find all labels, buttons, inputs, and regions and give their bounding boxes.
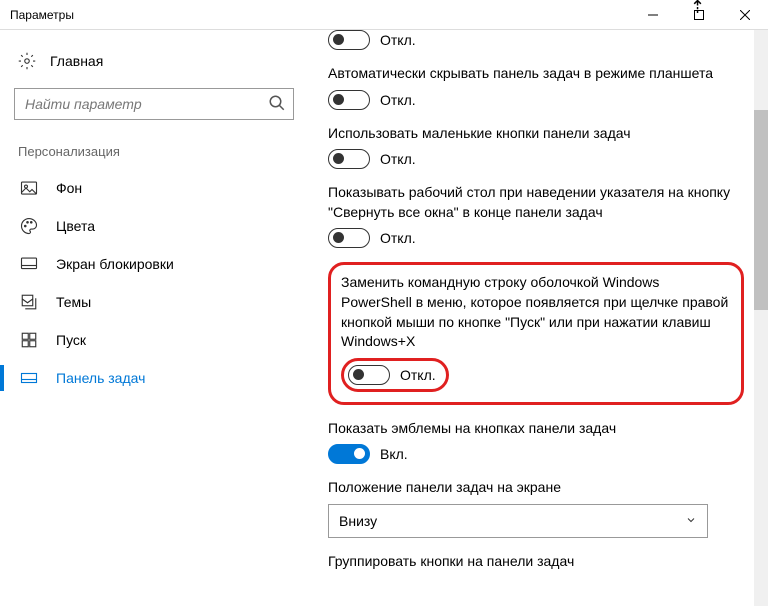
setting-label-grouping: Группировать кнопки на панели задач bbox=[328, 552, 744, 572]
setting-label-position: Положение панели задач на экране bbox=[328, 478, 744, 498]
close-button[interactable] bbox=[722, 0, 768, 30]
sidebar-item-background[interactable]: Фон bbox=[14, 169, 310, 207]
setting-label-peek: Показывать рабочий стол при наведении ук… bbox=[328, 183, 744, 222]
sidebar-home[interactable]: Главная bbox=[14, 44, 310, 78]
highlight-annotation: Заменить командную строку оболочкой Wind… bbox=[328, 262, 744, 404]
sidebar-item-label: Темы bbox=[56, 294, 91, 310]
toggle-state: Откл. bbox=[380, 230, 416, 246]
search-input[interactable] bbox=[14, 88, 294, 120]
setting-label-small-buttons: Использовать маленькие кнопки панели зад… bbox=[328, 124, 744, 144]
taskbar-position-dropdown[interactable]: Внизу bbox=[328, 504, 708, 538]
toggle-tablet-autohide[interactable] bbox=[328, 90, 370, 110]
sidebar-item-themes[interactable]: Темы bbox=[14, 283, 310, 321]
toggle-state: Вкл. bbox=[380, 446, 408, 462]
toggle-badges[interactable] bbox=[328, 444, 370, 464]
dropdown-value: Внизу bbox=[339, 513, 377, 529]
lockscreen-icon bbox=[20, 255, 38, 273]
start-icon bbox=[20, 331, 38, 349]
sidebar-item-label: Экран блокировки bbox=[56, 256, 174, 272]
sidebar-item-label: Панель задач bbox=[56, 370, 145, 386]
sidebar-item-taskbar[interactable]: Панель задач bbox=[14, 359, 310, 397]
toggle-state: Откл. bbox=[380, 151, 416, 167]
sidebar-home-label: Главная bbox=[50, 53, 103, 69]
sidebar-item-lockscreen[interactable]: Экран блокировки bbox=[14, 245, 310, 283]
gear-icon bbox=[18, 52, 36, 70]
toggle-s0[interactable] bbox=[328, 30, 370, 50]
setting-label-tablet-autohide: Автоматически скрывать панель задач в ре… bbox=[328, 64, 744, 84]
scroll-thumb[interactable] bbox=[754, 110, 768, 310]
sidebar-item-label: Фон bbox=[56, 180, 82, 196]
taskbar-icon bbox=[20, 369, 38, 387]
sidebar-item-label: Пуск bbox=[56, 332, 86, 348]
chevron-down-icon bbox=[685, 513, 697, 529]
scrollbar[interactable] bbox=[754, 30, 768, 606]
picture-icon bbox=[20, 179, 38, 197]
content-pane: Откл. Автоматически скрывать панель зада… bbox=[310, 30, 768, 606]
sidebar-item-label: Цвета bbox=[56, 218, 95, 234]
toggle-powershell[interactable] bbox=[348, 365, 390, 385]
maximize-button[interactable] bbox=[676, 0, 722, 30]
toggle-small-buttons[interactable] bbox=[328, 149, 370, 169]
highlight-toggle-annotation: Откл. bbox=[341, 358, 449, 392]
sidebar-item-colors[interactable]: Цвета bbox=[14, 207, 310, 245]
setting-label-powershell: Заменить командную строку оболочкой Wind… bbox=[341, 273, 731, 351]
sidebar-item-start[interactable]: Пуск bbox=[14, 321, 310, 359]
search-icon bbox=[268, 94, 286, 117]
themes-icon bbox=[20, 293, 38, 311]
minimize-button[interactable] bbox=[630, 0, 676, 30]
palette-icon bbox=[20, 217, 38, 235]
toggle-state: Откл. bbox=[400, 367, 436, 383]
window-title: Параметры bbox=[0, 8, 630, 22]
toggle-state: Откл. bbox=[380, 92, 416, 108]
toggle-peek[interactable] bbox=[328, 228, 370, 248]
toggle-state: Откл. bbox=[380, 32, 416, 48]
titlebar: Параметры bbox=[0, 0, 768, 30]
setting-label-badges: Показать эмблемы на кнопках панели задач bbox=[328, 419, 744, 439]
sidebar-category: Персонализация bbox=[14, 140, 310, 169]
sidebar: Главная Персонализация Фон Цвета Экран б… bbox=[0, 30, 310, 606]
